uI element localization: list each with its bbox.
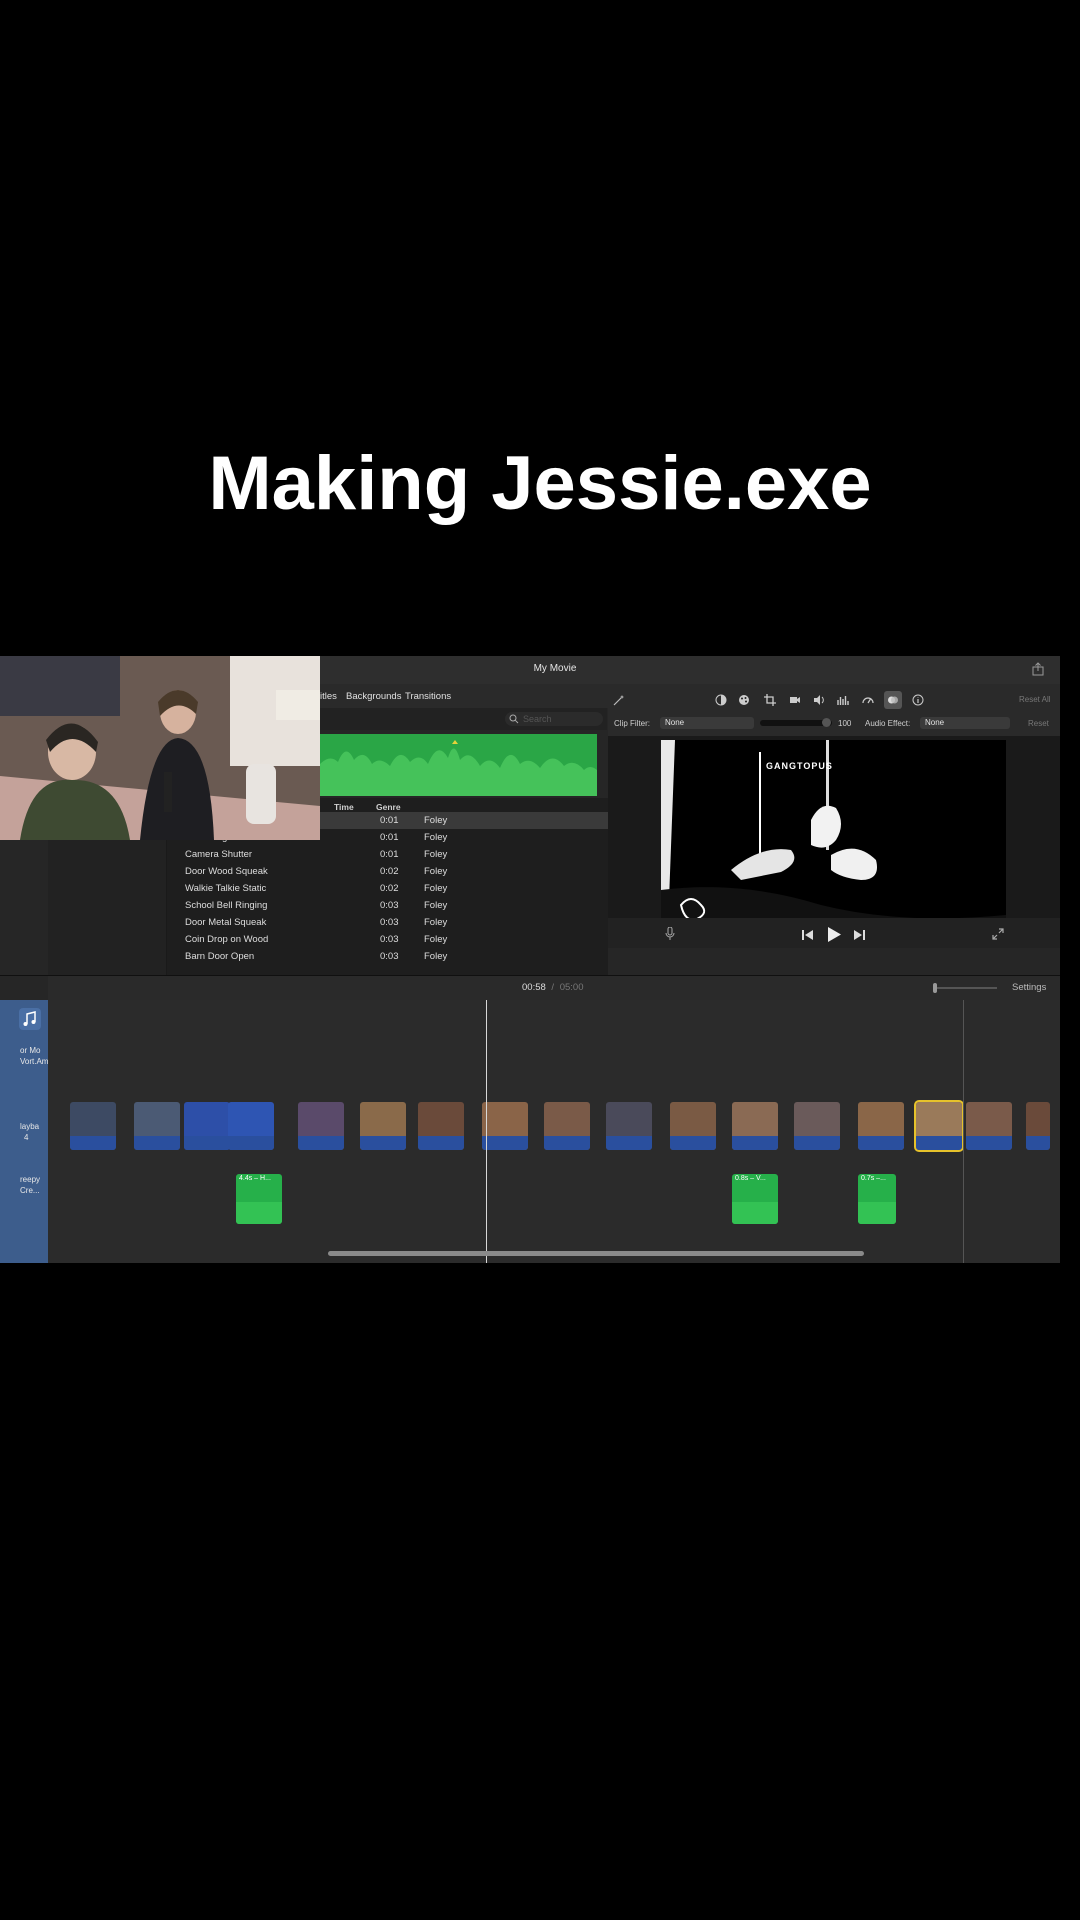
video-clip[interactable] (544, 1102, 590, 1150)
desktop-label: reepy (20, 1175, 41, 1184)
speed-icon[interactable] (862, 694, 874, 706)
video-clip-selected[interactable] (914, 1100, 964, 1152)
timeline-end-marker (963, 1000, 964, 1263)
tab-transitions[interactable]: Transitions (405, 691, 451, 702)
search-placeholder: Search (523, 714, 552, 724)
settings-button[interactable]: Settings (1012, 982, 1046, 993)
video-clip[interactable] (1026, 1102, 1050, 1150)
reset-all-button[interactable]: Reset All (1019, 695, 1051, 704)
webcam-overlay (0, 656, 320, 840)
list-item[interactable]: School Bell Ringing 0:03 Foley (165, 897, 608, 914)
video-clip[interactable] (134, 1102, 180, 1150)
desktop-edge: or Mo Vort.Am layba 4 reepy Cre... (0, 1000, 48, 1263)
filter-intensity-value: 100 (838, 719, 852, 728)
video-clip[interactable] (606, 1102, 652, 1150)
video-clip[interactable] (360, 1102, 406, 1150)
info-icon[interactable] (912, 694, 924, 706)
reset-button[interactable]: Reset (1028, 719, 1049, 728)
video-clip[interactable] (70, 1102, 116, 1150)
sound-effect-clip[interactable]: 0.7s –... (858, 1174, 896, 1224)
desktop-label: Cre... (20, 1186, 40, 1195)
video-clip[interactable] (858, 1102, 904, 1150)
video-clip[interactable] (418, 1102, 464, 1150)
video-frame-image (661, 740, 1006, 935)
time-separator: / (551, 982, 555, 993)
viewer: GANGTOPUS (608, 736, 1060, 935)
list-item[interactable]: Coin Drop on Wood 0:03 Foley (165, 931, 608, 948)
desktop-label: 4 (24, 1133, 29, 1142)
zoom-slider-knob[interactable] (933, 983, 937, 993)
video-clip[interactable] (966, 1102, 1012, 1150)
audio-waveform-preview (320, 734, 597, 796)
video-clip[interactable] (794, 1102, 840, 1150)
video-caption: Making Jessie.exe (208, 441, 872, 526)
video-clip[interactable] (298, 1102, 344, 1150)
browser-search-bar: Search (320, 708, 607, 730)
webcam-image (0, 656, 320, 840)
browser-tabs: itles Backgrounds Transitions (320, 684, 610, 708)
filter-icon (888, 696, 898, 704)
timeline-header: 00:58 / 05:00 Settings (48, 976, 1060, 1000)
video-clip[interactable] (482, 1102, 528, 1150)
volume-icon[interactable] (813, 694, 825, 706)
column-header-genre[interactable]: Genre (376, 802, 401, 812)
filter-intensity-slider[interactable] (760, 718, 832, 727)
list-item[interactable]: Door Metal Squeak 0:03 Foley (165, 914, 608, 931)
current-time: 00:58 (522, 982, 546, 993)
skip-back-icon[interactable] (802, 930, 813, 940)
tab-titles[interactable]: itles (320, 691, 337, 702)
search-input[interactable]: Search (505, 712, 603, 726)
video-clip[interactable] (228, 1102, 274, 1150)
desktop-label: or Mo (20, 1046, 41, 1055)
desktop-label: Vort.Am (20, 1057, 49, 1066)
playback-controls (608, 918, 1060, 948)
list-item[interactable]: Walkie Talkie Static 0:02 Foley (165, 880, 608, 897)
playhead[interactable] (486, 1000, 487, 1263)
clip-filter-label: Clip Filter: (614, 719, 651, 728)
audio-effect-label: Audio Effect: (865, 719, 911, 728)
crop-icon[interactable] (764, 694, 776, 706)
clip-filter-button[interactable] (884, 691, 902, 709)
video-clip[interactable] (184, 1102, 230, 1150)
list-item[interactable]: Door Wood Squeak 0:02 Foley (165, 863, 608, 880)
column-header-time[interactable]: Time (334, 802, 354, 812)
timeline[interactable]: 4.4s – H... 0.8s – V... 0.7s –... (48, 1000, 1060, 1263)
inspector-toolbar: Reset All Clip Filter: None 100 Audio Ef… (608, 684, 1060, 736)
skip-forward-icon[interactable] (854, 930, 865, 940)
microphone-icon[interactable] (665, 927, 675, 941)
timecode: 00:58 / 05:00 (522, 982, 583, 993)
total-time: 05:00 (559, 982, 584, 993)
magic-wand-icon[interactable] (613, 694, 625, 706)
tab-backgrounds[interactable]: Backgrounds (346, 691, 401, 702)
sound-effect-clip[interactable]: 0.8s – V... (732, 1174, 778, 1224)
video-logo-text: GANGTOPUS (766, 761, 833, 771)
play-icon[interactable] (827, 927, 841, 942)
fullscreen-icon[interactable] (992, 928, 1004, 940)
search-icon (509, 714, 519, 724)
video-clip[interactable] (670, 1102, 716, 1150)
sound-effect-clip[interactable]: 4.4s – H... (236, 1174, 282, 1224)
audio-effect-select[interactable]: None (920, 717, 1010, 729)
desktop-label: layba (20, 1122, 40, 1131)
list-item[interactable]: Barn Door Open 0:03 Foley (165, 948, 608, 965)
timeline-scrollbar[interactable] (328, 1251, 864, 1256)
color-correction-icon[interactable] (738, 694, 750, 706)
video-preview[interactable]: GANGTOPUS (661, 740, 1006, 935)
music-note-icon (19, 1008, 41, 1030)
clip-filter-select[interactable]: None (660, 717, 754, 729)
stabilization-icon[interactable] (789, 694, 801, 706)
equalizer-icon[interactable] (837, 694, 849, 706)
zoom-slider[interactable] (933, 983, 997, 993)
list-item[interactable]: Camera Shutter 0:01 Foley (165, 846, 608, 863)
slider-knob[interactable] (822, 718, 831, 727)
video-clip[interactable] (732, 1102, 778, 1150)
color-balance-icon[interactable] (715, 694, 727, 706)
share-icon[interactable] (1032, 662, 1044, 676)
